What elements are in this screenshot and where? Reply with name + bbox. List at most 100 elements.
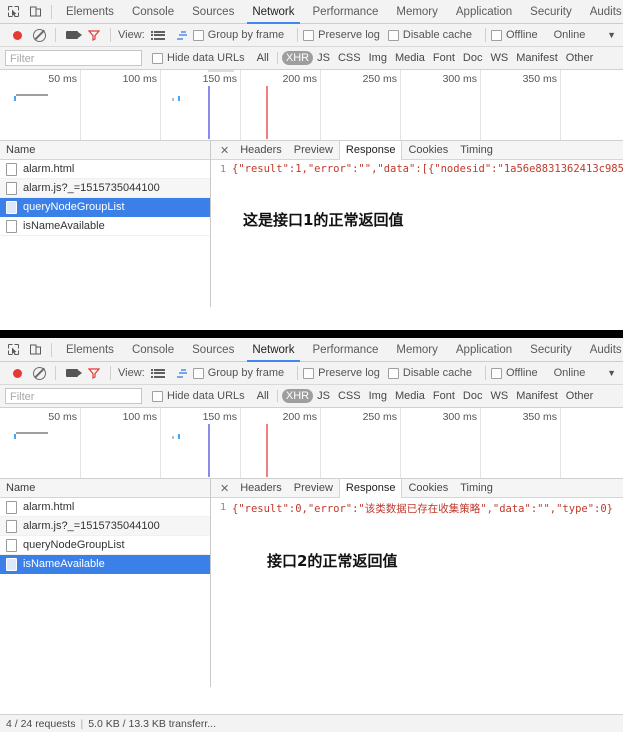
preserve-log-checkbox[interactable]: Preserve log <box>303 29 380 41</box>
tab-headers[interactable]: Headers <box>234 479 288 498</box>
disable-cache-checkbox[interactable]: Disable cache <box>387 29 472 41</box>
preserve-log-checkbox[interactable]: Preserve log <box>303 367 380 379</box>
filter-type-media[interactable]: Media <box>391 51 429 65</box>
funnel-icon[interactable] <box>83 25 105 45</box>
filter-type-img[interactable]: Img <box>365 389 391 403</box>
tab-sources[interactable]: Sources <box>183 338 243 362</box>
network-overview-timeline[interactable]: 50 ms 100 ms 150 ms 200 ms 250 ms 300 ms… <box>0 408 623 479</box>
waterfall-icon[interactable] <box>171 363 193 383</box>
tab-memory[interactable]: Memory <box>387 0 447 24</box>
tab-memory[interactable]: Memory <box>387 338 447 362</box>
chevron-down-icon[interactable]: ▼ <box>607 30 616 40</box>
tab-performance[interactable]: Performance <box>304 0 388 24</box>
offline-checkbox[interactable]: Offline <box>490 29 538 41</box>
record-dot-icon[interactable] <box>6 25 28 45</box>
tab-timing[interactable]: Timing <box>454 141 499 160</box>
filter-type-font[interactable]: Font <box>429 389 459 403</box>
request-row-isnameavailable[interactable]: isNameAvailable <box>0 555 210 574</box>
toggle-device-toolbar-icon[interactable] <box>24 340 46 360</box>
checkbox-box <box>490 29 502 41</box>
search-input[interactable]: Filter <box>5 50 142 66</box>
filter-type-all[interactable]: All <box>253 51 273 65</box>
checkbox-box <box>192 29 204 41</box>
tab-response[interactable]: Response <box>338 141 403 160</box>
filter-type-doc[interactable]: Doc <box>459 389 487 403</box>
filter-type-css[interactable]: CSS <box>334 51 365 65</box>
filter-type-css[interactable]: CSS <box>334 389 365 403</box>
tab-security[interactable]: Security <box>521 0 581 24</box>
filter-type-js[interactable]: JS <box>313 51 334 65</box>
network-overview-timeline[interactable]: 50 ms 100 ms 150 ms 200 ms 250 ms 300 ms… <box>0 70 623 141</box>
tab-elements[interactable]: Elements <box>57 338 123 362</box>
camera-icon[interactable] <box>61 363 83 383</box>
tab-network[interactable]: Network <box>243 0 303 24</box>
request-list-column-header[interactable]: Name <box>0 141 210 160</box>
search-input[interactable]: Filter <box>5 388 142 404</box>
hide-data-urls-checkbox[interactable]: Hide data URLs <box>152 390 245 402</box>
filter-type-manifest[interactable]: Manifest <box>512 389 562 403</box>
response-json-line[interactable]: {"result":0,"error":"该类数据已存在收集策略","data"… <box>230 501 613 516</box>
tab-console[interactable]: Console <box>123 0 183 24</box>
waterfall-icon[interactable] <box>171 25 193 45</box>
throttling-select[interactable]: Online <box>554 367 586 379</box>
request-row-alarm-js[interactable]: alarm.js?_=1515735044100 <box>0 517 210 536</box>
request-row-querynodegrouplist[interactable]: queryNodeGroupList <box>0 198 210 217</box>
tab-cookies[interactable]: Cookies <box>402 479 454 498</box>
filter-type-other[interactable]: Other <box>562 389 598 403</box>
request-list-column-header[interactable]: Name <box>0 479 210 498</box>
tab-response[interactable]: Response <box>338 479 403 498</box>
offline-checkbox[interactable]: Offline <box>490 367 538 379</box>
inspect-element-icon[interactable] <box>2 340 24 360</box>
filter-type-all[interactable]: All <box>253 389 273 403</box>
request-row-alarm-html[interactable]: alarm.html <box>0 498 210 517</box>
tab-sources[interactable]: Sources <box>183 0 243 24</box>
filter-type-doc[interactable]: Doc <box>459 51 487 65</box>
tab-network[interactable]: Network <box>243 338 303 362</box>
tab-application[interactable]: Application <box>447 0 521 24</box>
filter-type-img[interactable]: Img <box>365 51 391 65</box>
funnel-icon[interactable] <box>83 363 105 383</box>
filter-type-font[interactable]: Font <box>429 51 459 65</box>
close-icon[interactable]: ✕ <box>215 144 234 157</box>
filter-type-other[interactable]: Other <box>562 51 598 65</box>
record-dot-icon[interactable] <box>6 363 28 383</box>
toggle-device-toolbar-icon[interactable] <box>24 2 46 22</box>
camera-icon[interactable] <box>61 25 83 45</box>
filter-type-xhr[interactable]: XHR <box>281 389 314 403</box>
throttling-select[interactable]: Online <box>554 29 586 41</box>
tab-elements[interactable]: Elements <box>57 0 123 24</box>
disable-cache-checkbox[interactable]: Disable cache <box>387 367 472 379</box>
tab-preview[interactable]: Preview <box>288 141 339 160</box>
list-view-icon[interactable] <box>149 363 171 383</box>
tab-console[interactable]: Console <box>123 338 183 362</box>
hide-data-urls-checkbox[interactable]: Hide data URLs <box>152 52 245 64</box>
request-row-isnameavailable[interactable]: isNameAvailable <box>0 217 210 236</box>
filter-type-manifest[interactable]: Manifest <box>512 51 562 65</box>
tab-timing[interactable]: Timing <box>454 479 499 498</box>
tab-audits[interactable]: Audits <box>581 0 623 24</box>
tab-application[interactable]: Application <box>447 338 521 362</box>
tab-audits[interactable]: Audits <box>581 338 623 362</box>
tab-preview[interactable]: Preview <box>288 479 339 498</box>
filter-type-xhr[interactable]: XHR <box>281 51 314 65</box>
clear-icon[interactable] <box>28 363 50 383</box>
group-by-frame-checkbox[interactable]: Group by frame <box>192 29 284 41</box>
filter-type-media[interactable]: Media <box>391 389 429 403</box>
close-icon[interactable]: ✕ <box>215 482 234 495</box>
request-row-alarm-js[interactable]: alarm.js?_=1515735044100 <box>0 179 210 198</box>
filter-type-js[interactable]: JS <box>313 389 334 403</box>
tab-security[interactable]: Security <box>521 338 581 362</box>
inspect-element-icon[interactable] <box>2 2 24 22</box>
request-row-querynodegrouplist[interactable]: queryNodeGroupList <box>0 536 210 555</box>
filter-type-ws[interactable]: WS <box>486 51 512 65</box>
list-view-icon[interactable] <box>149 25 171 45</box>
request-row-alarm-html[interactable]: alarm.html <box>0 160 210 179</box>
group-by-frame-checkbox[interactable]: Group by frame <box>192 367 284 379</box>
tab-headers[interactable]: Headers <box>234 141 288 160</box>
tab-performance[interactable]: Performance <box>304 338 388 362</box>
filter-type-ws[interactable]: WS <box>486 389 512 403</box>
tab-cookies[interactable]: Cookies <box>402 141 454 160</box>
response-json-line[interactable]: {"result":1,"error":"","data":[{"nodesid… <box>230 163 623 175</box>
chevron-down-icon[interactable]: ▼ <box>607 368 616 378</box>
clear-icon[interactable] <box>28 25 50 45</box>
